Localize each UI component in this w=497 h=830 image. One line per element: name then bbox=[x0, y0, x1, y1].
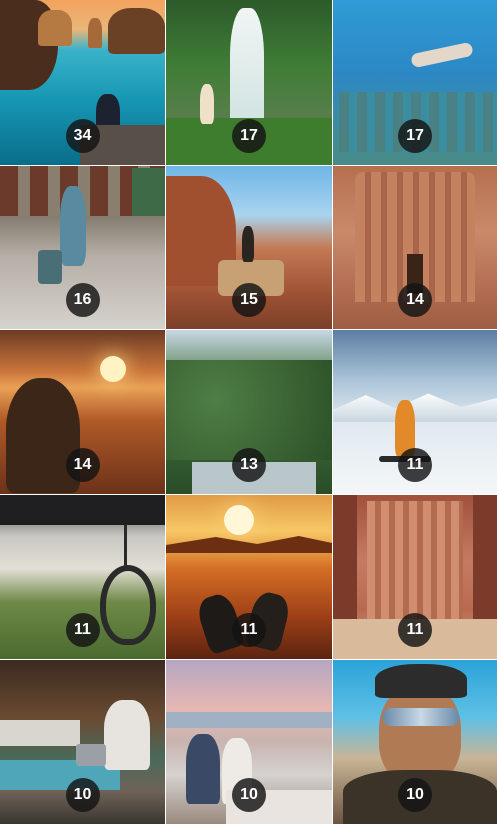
face bbox=[379, 684, 461, 784]
person-silhouette bbox=[200, 84, 214, 124]
repost-count-badge: 11 bbox=[232, 613, 266, 647]
photo-grid: 34 17 17 16 15 14 14 13 11 11 11 11 10 1… bbox=[0, 0, 497, 830]
photo-tile[interactable]: 16 bbox=[0, 166, 165, 329]
mountain-range bbox=[333, 393, 497, 422]
desert-ridge bbox=[166, 536, 332, 553]
repost-count-badge: 10 bbox=[232, 778, 266, 812]
tree-canopy bbox=[166, 360, 332, 460]
rock-arch bbox=[108, 8, 165, 54]
repost-count-badge: 17 bbox=[232, 119, 266, 153]
waterfall bbox=[230, 8, 264, 128]
lounge-chairs bbox=[0, 720, 80, 746]
sun bbox=[224, 505, 254, 535]
photo-tile[interactable]: 11 bbox=[166, 495, 332, 659]
canopy-roof bbox=[0, 495, 165, 525]
photo-tile[interactable]: 15 bbox=[166, 166, 332, 329]
repost-count-badge: 14 bbox=[65, 448, 100, 482]
treasury-facade bbox=[367, 501, 463, 619]
sunglasses bbox=[383, 708, 459, 726]
repost-count-badge: 14 bbox=[398, 283, 432, 317]
repost-count-badge: 34 bbox=[65, 119, 100, 153]
photo-tile[interactable]: 11 bbox=[333, 330, 497, 494]
hanging-chair bbox=[100, 565, 156, 645]
photo-tile[interactable]: 11 bbox=[0, 495, 165, 659]
repost-count-badge: 10 bbox=[398, 778, 432, 812]
repost-count-badge: 17 bbox=[398, 119, 432, 153]
sea-horizon bbox=[166, 712, 332, 728]
laptop bbox=[76, 744, 106, 766]
photo-tile[interactable]: 14 bbox=[333, 166, 497, 329]
suitcase bbox=[38, 250, 62, 284]
traveler-silhouette bbox=[60, 186, 86, 266]
photo-tile[interactable]: 17 bbox=[166, 0, 332, 165]
person-with-laptop bbox=[104, 700, 150, 770]
photo-tile[interactable]: 13 bbox=[166, 330, 332, 494]
diver-silhouette bbox=[410, 41, 474, 69]
photo-tile[interactable]: 11 bbox=[333, 495, 497, 659]
photo-tile[interactable]: 17 bbox=[333, 0, 497, 165]
repost-count-badge: 13 bbox=[232, 448, 266, 482]
chair-rope bbox=[124, 525, 127, 567]
sea-stack bbox=[38, 10, 72, 46]
repost-count-badge: 11 bbox=[65, 613, 100, 647]
photo-tile[interactable]: 34 bbox=[0, 0, 165, 165]
photo-tile[interactable]: 14 bbox=[0, 330, 165, 494]
repost-count-badge: 15 bbox=[232, 283, 266, 317]
person-silhouette bbox=[242, 226, 254, 262]
sea-stack bbox=[88, 18, 102, 48]
photo-tile[interactable]: 10 bbox=[0, 660, 165, 824]
photo-tile[interactable]: 10 bbox=[166, 660, 332, 824]
cap bbox=[375, 664, 467, 698]
repost-count-badge: 10 bbox=[65, 778, 100, 812]
repost-count-badge: 16 bbox=[65, 283, 100, 317]
graffiti-wall bbox=[132, 168, 165, 216]
repost-count-badge: 11 bbox=[398, 448, 432, 482]
woman-silhouette bbox=[186, 734, 220, 804]
repost-count-badge: 11 bbox=[398, 613, 432, 647]
photo-tile[interactable]: 10 bbox=[333, 660, 497, 824]
sun bbox=[100, 356, 126, 382]
